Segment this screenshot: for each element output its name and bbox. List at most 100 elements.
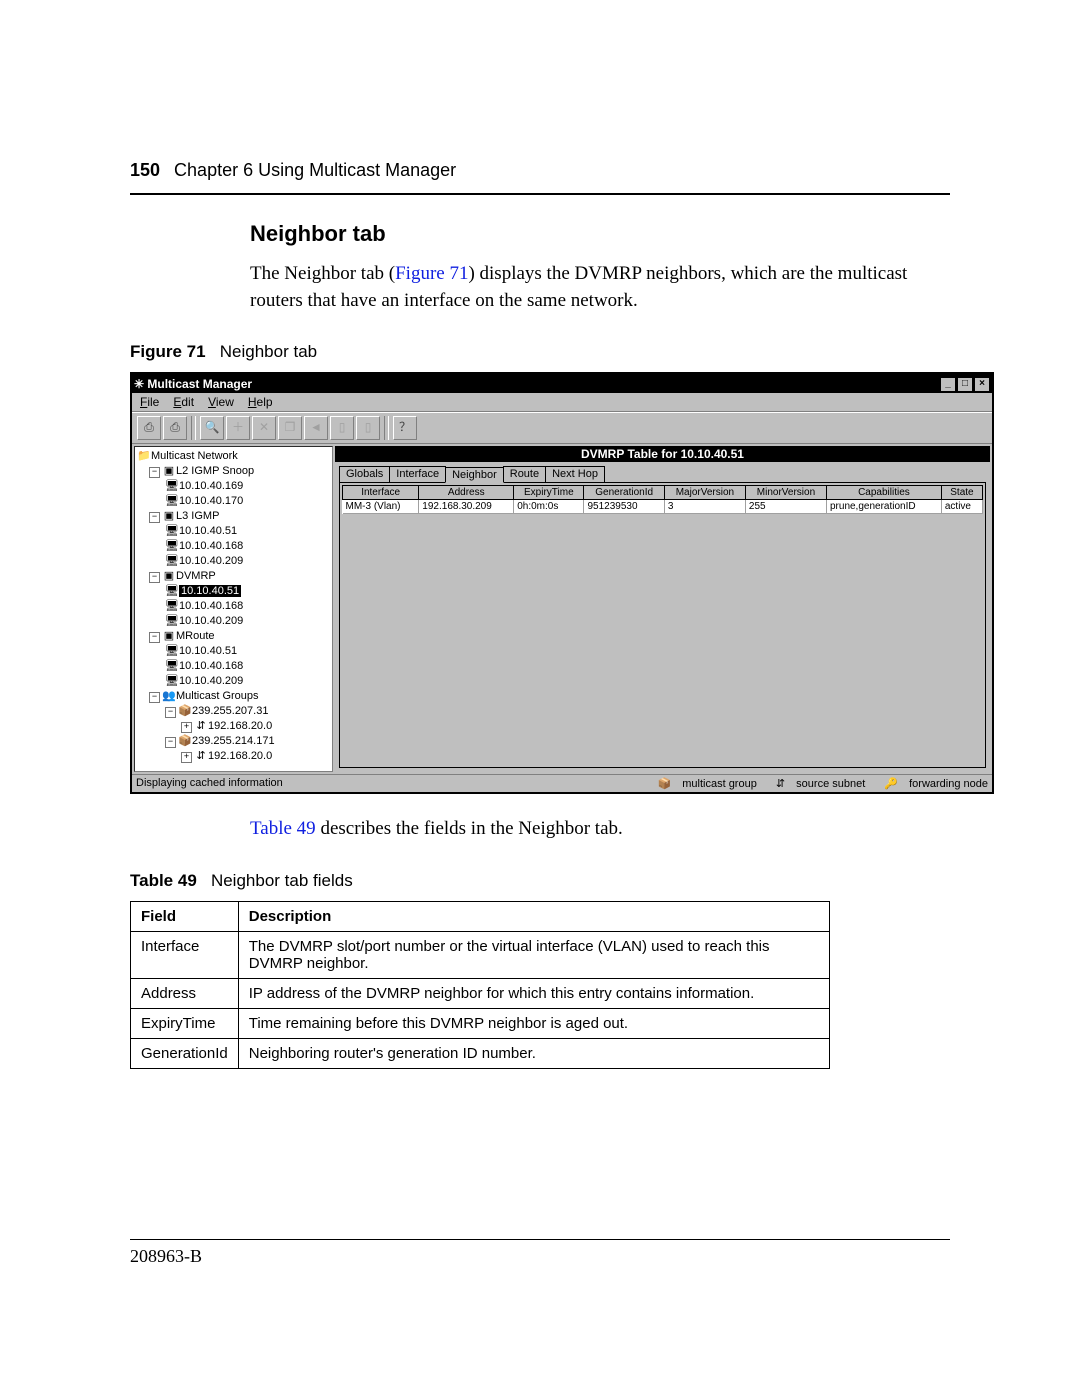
collapse-icon[interactable]: − <box>149 467 160 478</box>
toolbar-print-icon[interactable]: ⎙ <box>163 416 187 440</box>
tree-mcgroup[interactable]: −📦239.255.214.171 <box>137 734 332 749</box>
col-state[interactable]: State <box>941 486 982 500</box>
collapse-icon[interactable]: − <box>149 512 160 523</box>
tab-interface[interactable]: Interface <box>389 466 446 482</box>
tab-neighbor[interactable]: Neighbor <box>445 467 504 483</box>
subnet-icon: ⇵ <box>776 778 785 790</box>
menu-view[interactable]: View <box>208 395 234 409</box>
toolbar-add-icon[interactable]: ＋ <box>226 416 250 440</box>
device-icon: ▣ <box>162 509 176 524</box>
table-xref[interactable]: Table 49 <box>250 818 316 839</box>
grid-header-row: Interface Address ExpiryTime GenerationI… <box>343 486 983 500</box>
tree-item[interactable]: 🖥10.10.40.51 <box>137 524 332 539</box>
subnet-icon: ⇵ <box>194 749 208 764</box>
window-titlebar: ✳ Multicast Manager _□× <box>132 374 992 393</box>
tree-item[interactable]: 🖥10.10.40.170 <box>137 494 332 509</box>
collapse-icon[interactable]: − <box>149 572 160 583</box>
tree-pane[interactable]: 📁Multicast Network −▣L2 IGMP Snoop 🖥10.1… <box>134 446 333 772</box>
collapse-icon[interactable]: − <box>165 737 176 748</box>
host-icon: 🖥 <box>165 554 179 569</box>
tree-mcgroup[interactable]: −📦239.255.207.31 <box>137 704 332 719</box>
tree-group[interactable]: −▣L2 IGMP Snoop <box>137 464 332 479</box>
minimize-icon[interactable]: _ <box>940 377 956 392</box>
expand-icon[interactable]: + <box>181 752 192 763</box>
tab-globals[interactable]: Globals <box>339 466 390 482</box>
host-icon: 🖥 <box>165 494 179 509</box>
host-icon: 🖥 <box>165 524 179 539</box>
figure-xref[interactable]: Figure 71 <box>395 263 468 284</box>
toolbar-doc2-icon[interactable]: ▯ <box>356 416 380 440</box>
menu-file[interactable]: File <box>140 395 159 409</box>
chapter-title: Chapter 6 Using Multicast Manager <box>174 160 456 181</box>
tree-item-selected[interactable]: 🖥10.10.40.51 <box>137 584 332 599</box>
subnet-icon: ⇵ <box>194 719 208 734</box>
tab-nexthop[interactable]: Next Hop <box>545 466 605 482</box>
tree-item[interactable]: 🖥10.10.40.209 <box>137 554 332 569</box>
tree-item[interactable]: 🖥10.10.40.169 <box>137 479 332 494</box>
table-row: ExpiryTimeTime remaining before this DVM… <box>131 1008 830 1038</box>
collapse-icon[interactable]: − <box>149 632 160 643</box>
tree-subnet[interactable]: +⇵192.168.20.0 <box>137 719 332 734</box>
toolbar-help-icon[interactable]: ？ <box>393 416 417 440</box>
status-bar: Displaying cached information 📦 multicas… <box>132 774 992 792</box>
device-icon: ▣ <box>162 464 176 479</box>
neighbor-grid[interactable]: Interface Address ExpiryTime GenerationI… <box>342 485 983 514</box>
tree-group[interactable]: −👥Multicast Groups <box>137 689 332 704</box>
window-buttons[interactable]: _□× <box>939 375 990 392</box>
close-icon[interactable]: × <box>974 377 990 392</box>
host-icon: 🖥 <box>165 659 179 674</box>
fields-table: Field Description InterfaceThe DVMRP slo… <box>130 901 830 1069</box>
col-expiry[interactable]: ExpiryTime <box>514 486 584 500</box>
tab-route[interactable]: Route <box>503 466 546 482</box>
figure-71: ✳ Multicast Manager _□× File Edit View H… <box>130 372 994 794</box>
section-title: Neighbor tab <box>250 221 950 247</box>
collapse-icon[interactable]: − <box>165 707 176 718</box>
tab-body: Interface Address ExpiryTime GenerationI… <box>339 482 986 768</box>
menu-help[interactable]: Help <box>248 395 273 409</box>
mcast-icon: 📦 <box>178 734 192 749</box>
tree-group[interactable]: −▣MRoute <box>137 629 332 644</box>
expand-icon[interactable]: + <box>181 722 192 733</box>
running-head: 150 Chapter 6 Using Multicast Manager <box>130 160 950 181</box>
tree-item[interactable]: 🖥10.10.40.168 <box>137 539 332 554</box>
menu-edit[interactable]: Edit <box>173 395 194 409</box>
tree-group[interactable]: −▣DVMRP <box>137 569 332 584</box>
device-icon: ▣ <box>162 629 176 644</box>
tree-group[interactable]: −▣L3 IGMP <box>137 509 332 524</box>
toolbar-zoom-icon[interactable]: 🔍 <box>200 416 224 440</box>
col-caps[interactable]: Capabilities <box>826 486 941 500</box>
data-pane: DVMRP Table for 10.10.40.51 Globals Inte… <box>335 446 990 772</box>
col-address[interactable]: Address <box>419 486 514 500</box>
col-interface[interactable]: Interface <box>343 486 419 500</box>
host-icon: 🖥 <box>165 599 179 614</box>
tree-item[interactable]: 🖥10.10.40.168 <box>137 599 332 614</box>
col-genid[interactable]: GenerationId <box>584 486 664 500</box>
th-desc: Description <box>238 901 829 931</box>
tree-subnet[interactable]: +⇵192.168.20.0 <box>137 749 332 764</box>
tree-item[interactable]: 🖥10.10.40.51 <box>137 644 332 659</box>
toolbar-delete-icon[interactable]: ✕ <box>252 416 276 440</box>
folder-icon: 📁 <box>137 449 151 464</box>
col-minor[interactable]: MinorVersion <box>745 486 826 500</box>
mcast-icon: 📦 <box>178 704 192 719</box>
tab-strip[interactable]: Globals Interface Neighbor Route Next Ho… <box>339 466 986 482</box>
col-major[interactable]: MajorVersion <box>664 486 745 500</box>
host-icon: 🖥 <box>165 584 179 599</box>
toolbar-back-icon[interactable]: ◄ <box>304 416 328 440</box>
host-icon: 🖥 <box>165 479 179 494</box>
tree-item[interactable]: 🖥10.10.40.209 <box>137 614 332 629</box>
toolbar-open-icon[interactable]: ⎙ <box>137 416 161 440</box>
menubar[interactable]: File Edit View Help <box>132 393 992 412</box>
group-icon: 👥 <box>162 689 176 704</box>
table-intro: Table 49 describes the fields in the Nei… <box>250 816 950 843</box>
tree-item[interactable]: 🖥10.10.40.209 <box>137 674 332 689</box>
tree-item[interactable]: 🖥10.10.40.168 <box>137 659 332 674</box>
toolbar-doc-icon[interactable]: ▯ <box>330 416 354 440</box>
grid-row[interactable]: MM-3 (Vlan) 192.168.30.209 0h:0m:0s 9512… <box>343 500 983 514</box>
pane-title: DVMRP Table for 10.10.40.51 <box>335 446 990 462</box>
maximize-icon[interactable]: □ <box>957 377 973 392</box>
toolbar-copy-icon[interactable]: ❐ <box>278 416 302 440</box>
page-number: 150 <box>130 160 160 181</box>
collapse-icon[interactable]: − <box>149 692 160 703</box>
tree-root[interactable]: 📁Multicast Network <box>137 449 332 464</box>
